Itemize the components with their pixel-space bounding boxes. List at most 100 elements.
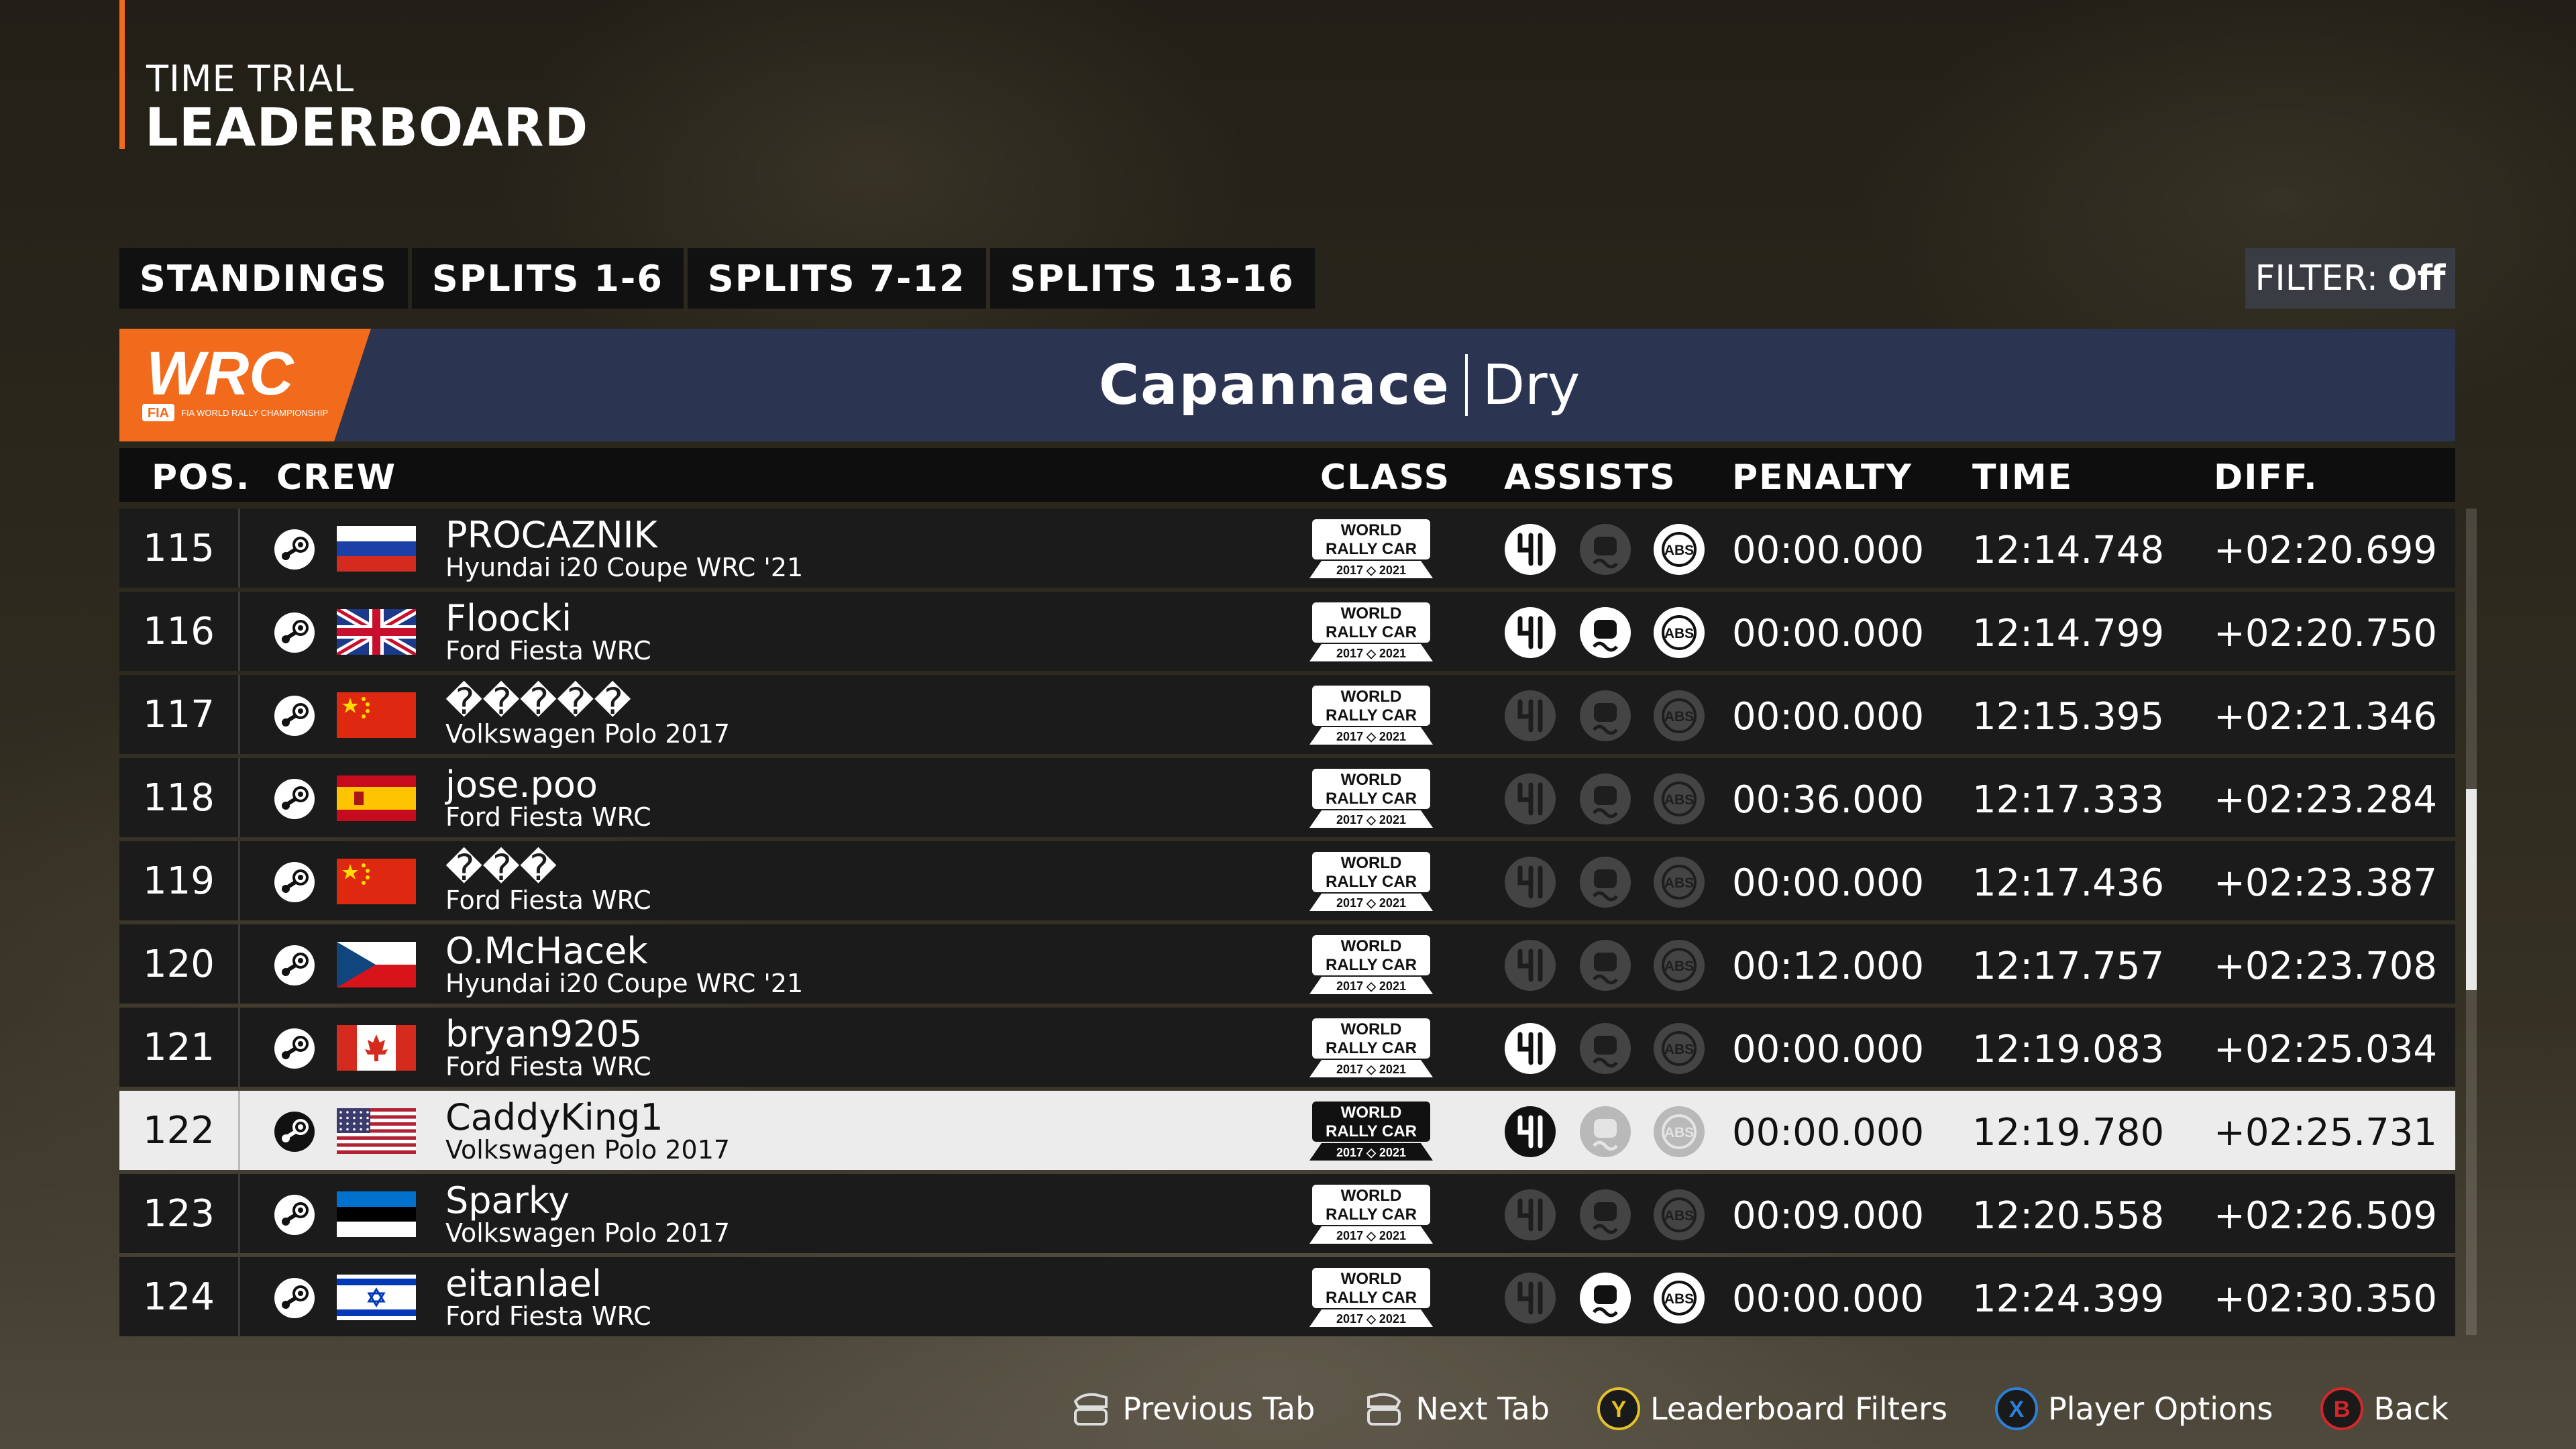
table-row[interactable]: 122 CaddyKing1 Volkswagen Polo 2017 WORL… — [119, 1091, 2455, 1170]
filter-button[interactable]: FILTER: Off — [2245, 248, 2455, 309]
svg-text:FIA: FIA — [148, 406, 169, 421]
world-rally-car-class-badge: WORLD RALLY CAR 2017 ◇ 2021 — [1309, 852, 1433, 911]
world-rally-car-class-badge: WORLD RALLY CAR 2017 ◇ 2021 — [1309, 686, 1433, 745]
table-row[interactable]: 123 Sparky Volkswagen Polo 2017 WORLD RA… — [119, 1174, 2455, 1253]
gearbox-assist-icon — [1505, 690, 1556, 741]
abs-assist-icon: ABS — [1654, 1273, 1705, 1324]
filter-label: FILTER: — [2255, 258, 2379, 299]
time-value: 12:17.757 — [1972, 945, 2165, 988]
gearbox-assist-icon — [1505, 1023, 1556, 1074]
hint-previous-tab[interactable]: Previous Tab — [1069, 1387, 1315, 1431]
world-rally-car-class-badge: WORLD RALLY CAR 2017 ◇ 2021 — [1309, 1268, 1433, 1327]
flag-uk-icon — [337, 609, 416, 655]
abs-assist-icon: ABS — [1654, 524, 1705, 575]
abs-assist-icon: ABS — [1654, 773, 1705, 824]
stability-assist-icon — [1580, 1023, 1631, 1074]
diff-value: +02:23.708 — [2214, 945, 2437, 988]
svg-text:ABS: ABS — [1664, 1042, 1694, 1057]
car-name: Ford Fiesta WRC — [445, 636, 651, 665]
col-time: TIME — [1972, 458, 2074, 498]
abs-assist-icon: ABS — [1654, 1023, 1705, 1074]
car-name: Hyundai i20 Coupe WRC '21 — [445, 969, 804, 998]
hint-back[interactable]: B Back — [2320, 1387, 2449, 1431]
steam-icon — [274, 529, 315, 570]
svg-text:2017 ◇ 2021: 2017 ◇ 2021 — [1336, 647, 1406, 660]
svg-text:2017 ◇ 2021: 2017 ◇ 2021 — [1336, 1063, 1406, 1076]
penalty-value: 00:00.000 — [1732, 529, 1925, 572]
hint-label: Back — [2373, 1391, 2449, 1427]
gearbox-assist-icon — [1505, 857, 1556, 908]
svg-text:RALLY CAR: RALLY CAR — [1326, 873, 1417, 891]
steam-icon — [274, 1112, 315, 1152]
table-row[interactable]: 121 bryan9205 Ford Fiesta WRC WORLD RALL… — [119, 1008, 2455, 1087]
driver-name: eitanlael — [445, 1263, 602, 1305]
tab-splits-13-16[interactable]: SPLITS 13-16 — [989, 248, 1315, 309]
table-row[interactable]: 120 O.McHacek Hyundai i20 Coupe WRC '21 … — [119, 924, 2455, 1004]
row-position: 121 — [119, 1008, 240, 1087]
event-heading: Capannace Dry — [1099, 329, 1580, 441]
row-position: 119 — [119, 841, 240, 920]
stability-assist-icon — [1580, 524, 1631, 575]
gearbox-assist-icon — [1505, 1189, 1556, 1240]
gearbox-assist-icon — [1505, 1106, 1556, 1157]
y-button-icon: Y — [1597, 1387, 1640, 1430]
svg-text:WORLD: WORLD — [1341, 1270, 1402, 1288]
row-position: 124 — [119, 1257, 240, 1336]
svg-text:RALLY CAR: RALLY CAR — [1326, 623, 1417, 641]
col-class: CLASS — [1320, 458, 1451, 498]
svg-text:2017 ◇ 2021: 2017 ◇ 2021 — [1336, 896, 1406, 910]
steam-icon — [274, 1278, 315, 1318]
gearbox-assist-icon — [1505, 524, 1556, 575]
svg-text:ABS: ABS — [1664, 1125, 1694, 1140]
event-location: Capannace — [1099, 353, 1450, 417]
penalty-value: 00:00.000 — [1732, 1277, 1925, 1321]
svg-text:WORLD: WORLD — [1341, 854, 1402, 872]
svg-text:2017 ◇ 2021: 2017 ◇ 2021 — [1336, 564, 1406, 577]
scrollbar-thumb[interactable] — [2466, 789, 2477, 990]
diff-value: +02:26.509 — [2214, 1194, 2437, 1238]
time-value: 12:24.399 — [1972, 1277, 2165, 1321]
svg-text:ABS: ABS — [1664, 1291, 1694, 1307]
stability-assist-icon — [1580, 1106, 1631, 1157]
table-row[interactable]: 117 ����� Volkswagen Polo 2017 WORLD RAL… — [119, 675, 2455, 754]
car-name: Hyundai i20 Coupe WRC '21 — [445, 553, 804, 582]
diff-value: +02:25.731 — [2214, 1111, 2437, 1155]
svg-text:RALLY CAR: RALLY CAR — [1326, 956, 1417, 974]
svg-text:B: B — [2334, 1397, 2351, 1422]
hint-leaderboard-filters[interactable]: Y Leaderboard Filters — [1597, 1387, 1947, 1431]
steam-icon — [274, 612, 315, 653]
car-name: Ford Fiesta WRC — [445, 802, 651, 832]
event-separator — [1464, 354, 1468, 416]
driver-name: O.McHacek — [445, 930, 648, 972]
car-name: Ford Fiesta WRC — [445, 1301, 651, 1331]
svg-text:WORLD: WORLD — [1341, 1187, 1402, 1205]
abs-assist-icon: ABS — [1654, 1189, 1705, 1240]
tab-splits-7-12[interactable]: SPLITS 7-12 — [687, 248, 986, 309]
tab-standings[interactable]: STANDINGS — [119, 248, 408, 309]
gearbox-assist-icon — [1505, 1273, 1556, 1324]
svg-text:RALLY CAR: RALLY CAR — [1326, 706, 1417, 724]
svg-text:2017 ◇ 2021: 2017 ◇ 2021 — [1336, 1146, 1406, 1159]
penalty-value: 00:00.000 — [1732, 861, 1925, 905]
wrc-logo: WRC FIA FIA WORLD RALLY CHAMPIONSHIP — [119, 329, 371, 441]
table-row[interactable]: 118 jose.poo Ford Fiesta WRC WORLD RALLY… — [119, 758, 2455, 837]
row-position: 117 — [119, 675, 240, 754]
table-row[interactable]: 115 PROCAZNIK Hyundai i20 Coupe WRC '21 … — [119, 508, 2455, 588]
world-rally-car-class-badge: WORLD RALLY CAR 2017 ◇ 2021 — [1309, 769, 1433, 828]
page-subtitle: TIME TRIAL — [146, 58, 355, 100]
car-name: Ford Fiesta WRC — [445, 885, 651, 915]
car-name: Volkswagen Polo 2017 — [445, 719, 731, 749]
event-condition: Dry — [1482, 353, 1580, 417]
table-row[interactable]: 119 ��� Ford Fiesta WRC WORLD RALLY CAR … — [119, 841, 2455, 920]
abs-assist-icon: ABS — [1654, 1106, 1705, 1157]
flag-canada-icon — [337, 1025, 416, 1071]
time-value: 12:14.748 — [1972, 529, 2165, 572]
table-row[interactable]: 116 Floocki Ford Fiesta WRC WORLD RALLY … — [119, 592, 2455, 671]
hint-next-tab[interactable]: Next Tab — [1362, 1387, 1550, 1431]
table-row[interactable]: 124 eitanlael Ford Fiesta WRC WORLD RALL… — [119, 1257, 2455, 1336]
svg-text:RALLY CAR: RALLY CAR — [1326, 1039, 1417, 1057]
time-value: 12:14.799 — [1972, 612, 2165, 655]
world-rally-car-class-badge: WORLD RALLY CAR 2017 ◇ 2021 — [1309, 519, 1433, 578]
hint-player-options[interactable]: X Player Options — [1994, 1387, 2273, 1431]
tab-splits-1-6[interactable]: SPLITS 1-6 — [411, 248, 684, 309]
